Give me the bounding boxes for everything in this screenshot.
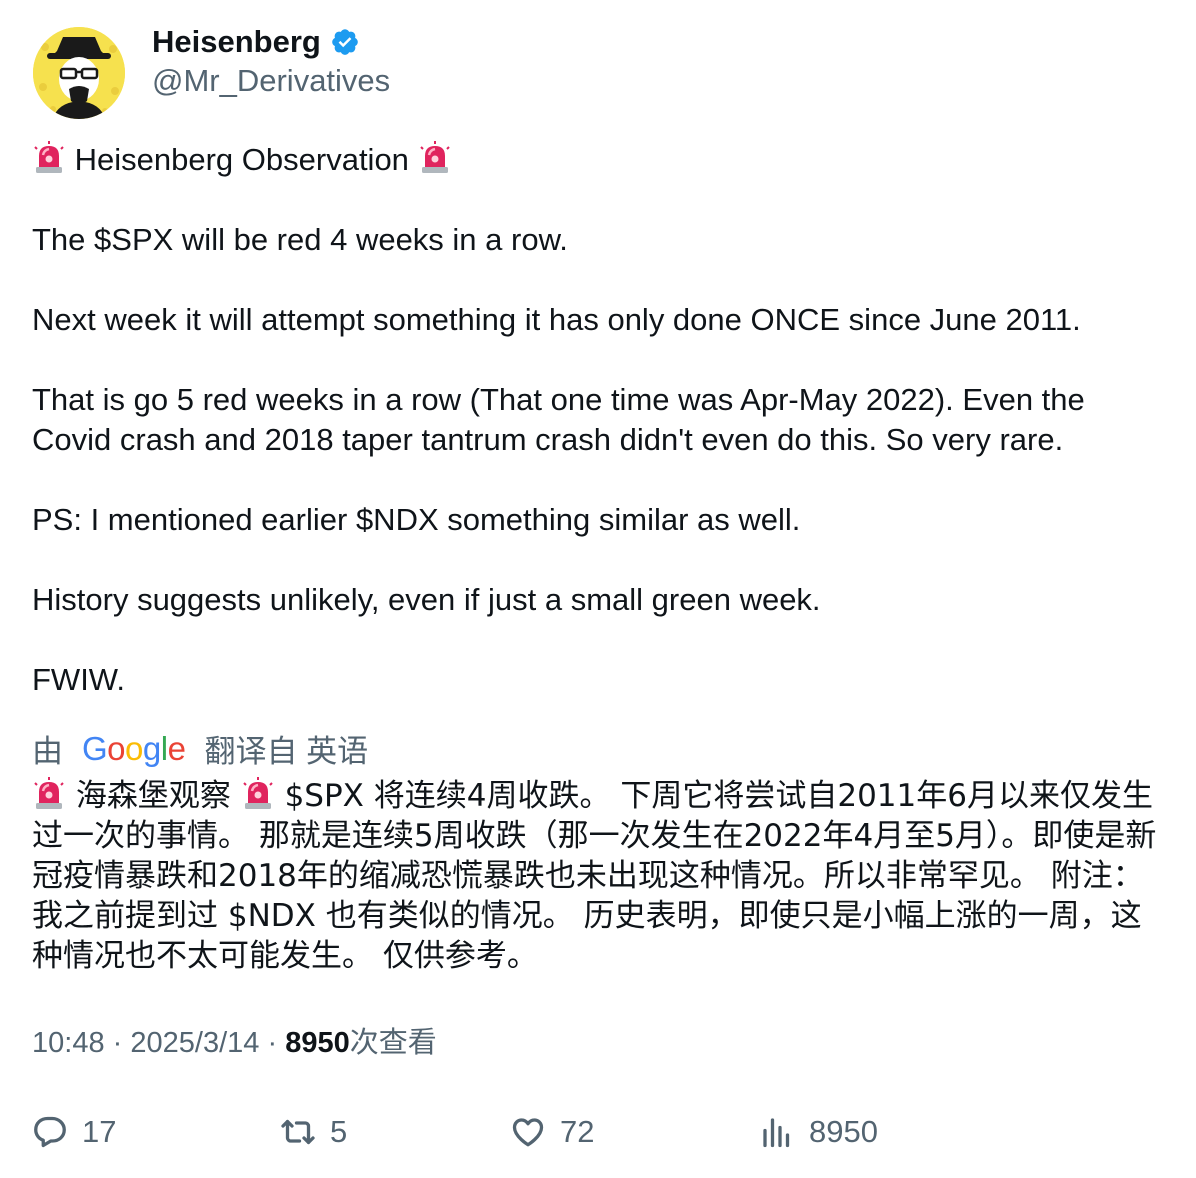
views-count: 8950 (285, 1027, 350, 1059)
retweet-count: 5 (330, 1114, 348, 1149)
reply-button[interactable]: 17 (32, 1108, 116, 1156)
tweet-title-line: Heisenberg Observation (32, 140, 1162, 180)
tweet-paragraph: Next week it will attempt something it h… (32, 302, 1081, 337)
views-action-count: 8950 (809, 1114, 878, 1149)
heart-icon (512, 1118, 544, 1147)
meta-separator: · (112, 1027, 123, 1059)
tweet-paragraph: History suggests unlikely, even if just … (32, 582, 821, 617)
action-bar: 17 5 72 8950 (0, 1108, 1196, 1156)
tweet-paragraph: That is go 5 red weeks in a row (That on… (32, 382, 1094, 457)
author-name-row[interactable]: Heisenberg (152, 22, 360, 62)
reply-count: 17 (82, 1114, 117, 1149)
verified-badge-icon (330, 27, 360, 57)
police-siren-icon (32, 141, 66, 175)
author-handle[interactable]: @Mr_Derivatives (152, 61, 390, 101)
translation-part1: 海森堡观察 (75, 778, 231, 814)
tweet-time[interactable]: 10:48 (32, 1027, 105, 1059)
tweet: Heisenberg @Mr_Derivatives Heisenberg Ob… (0, 0, 1196, 1178)
google-logo-icon: Google (82, 729, 186, 767)
reply-icon (34, 1116, 66, 1148)
translated-prefix: 由 (32, 733, 63, 769)
heisenberg-avatar-icon (33, 27, 125, 119)
tweet-title-text: Heisenberg Observation (74, 142, 409, 177)
police-siren-icon (32, 777, 66, 811)
tweet-paragraph: FWIW. (32, 662, 125, 697)
tweet-body: Heisenberg Observation The $SPX will be … (32, 140, 1162, 700)
tweet-date[interactable]: 2025/3/14 (130, 1027, 259, 1059)
avatar[interactable] (33, 27, 125, 119)
display-name[interactable]: Heisenberg (152, 22, 321, 62)
retweet-button[interactable]: 5 (280, 1108, 347, 1156)
tweet-meta: 10:48 · 2025/3/14 · 8950次查看 (32, 1023, 437, 1063)
views-button[interactable]: 8950 (759, 1108, 878, 1156)
tweet-paragraph: The $SPX will be red 4 weeks in a row. (32, 222, 568, 257)
translated-by-row[interactable]: 由 Google 翻译自 英语 (32, 726, 368, 770)
tweet-paragraph: PS: I mentioned earlier $NDX something s… (32, 502, 801, 537)
translated-suffix: 翻译自 英语 (204, 733, 369, 769)
police-siren-icon (241, 777, 275, 811)
translation-text: 海森堡观察 $SPX 将连续4周收跌。 下周它将尝试自2011年6月以来仅发生过… (32, 776, 1167, 976)
like-count: 72 (560, 1114, 595, 1149)
like-button[interactable]: 72 (510, 1108, 594, 1156)
meta-separator: · (267, 1027, 278, 1059)
views-label: 次查看 (349, 1027, 437, 1059)
police-siren-icon (418, 141, 452, 175)
views-chart-icon (763, 1118, 790, 1148)
retweet-icon (281, 1119, 315, 1145)
